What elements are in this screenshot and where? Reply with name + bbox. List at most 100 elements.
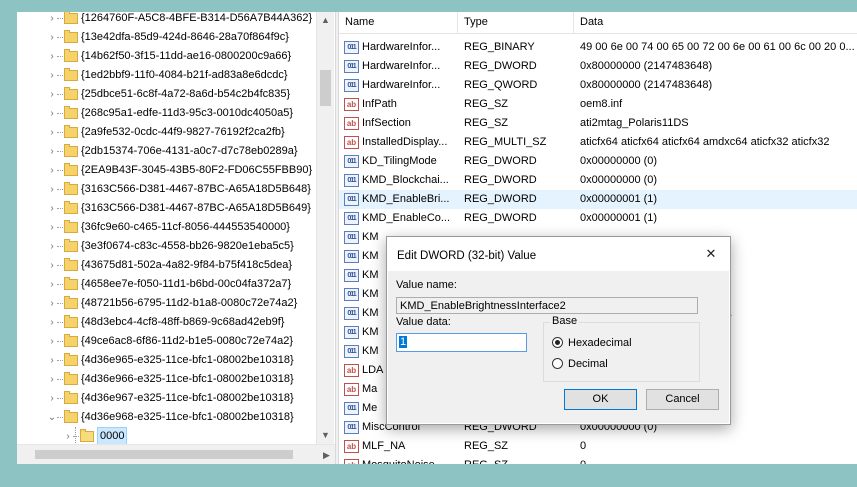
value-type-cell: REG_QWORD bbox=[464, 79, 538, 91]
registry-value-row[interactable]: ab InfPath REG_SZ oem8.inf bbox=[339, 95, 857, 114]
string-value-icon: ab bbox=[344, 440, 359, 453]
chevron-right-icon[interactable]: › bbox=[47, 66, 57, 85]
chevron-right-icon[interactable]: › bbox=[47, 85, 57, 104]
tree-item[interactable]: › {4658ee7e-f050-11d1-b6bd-00c04fa372a7} bbox=[17, 275, 316, 294]
registry-value-row[interactable]: 011 HardwareInfor... REG_BINARY 49 00 6e 00… bbox=[339, 38, 857, 57]
scrollbar-thumb[interactable] bbox=[35, 450, 293, 459]
value-name-cell: KMD_Blockchai... bbox=[362, 174, 449, 186]
tree-item[interactable]: › {3e3f0674-c83c-4558-bb26-9820e1eba5c5} bbox=[17, 237, 316, 256]
column-header-data[interactable]: Data bbox=[574, 12, 857, 33]
tree-item[interactable]: › {4d36e965-e325-11ce-bfc1-08002be10318} bbox=[17, 351, 316, 370]
chevron-right-icon[interactable]: › bbox=[47, 294, 57, 313]
tree-item[interactable]: › 0000 bbox=[17, 427, 316, 444]
scroll-up-arrow-icon[interactable]: ▲ bbox=[317, 12, 334, 29]
tree-connector bbox=[57, 246, 63, 247]
tree-item[interactable]: › {2EA9B43F-3045-43B5-80F2-FD06C55FBB90} bbox=[17, 161, 316, 180]
tree-horizontal-scrollbar[interactable]: ▶ bbox=[17, 444, 335, 464]
string-value-icon: ab bbox=[344, 364, 359, 377]
dialog-body: Value name: KMD_EnableBrightnessInterfac… bbox=[388, 271, 729, 423]
value-data-input[interactable]: 1 bbox=[396, 333, 527, 352]
tree-item-label: {13e42dfa-85d9-424d-8646-28a70f864f9c} bbox=[81, 31, 289, 43]
string-value-icon: ab bbox=[344, 383, 359, 396]
chevron-right-icon[interactable]: › bbox=[47, 199, 57, 218]
ok-button[interactable]: OK bbox=[564, 389, 637, 410]
tree-item-label: {3163C566-D381-4467-87BC-A65A18D5B649} bbox=[81, 202, 311, 214]
registry-value-row[interactable]: abMosquitoNoise... REG_SZ 0 bbox=[339, 456, 857, 464]
registry-value-row[interactable]: 011 HardwareInfor... REG_DWORD 0x80000000 (… bbox=[339, 57, 857, 76]
tree-item[interactable]: › {48d3ebc4-4cf8-48ff-b869-9c68ad42eb9f} bbox=[17, 313, 316, 332]
chevron-right-icon[interactable]: › bbox=[47, 123, 57, 142]
registry-value-row[interactable]: 011 KD_TilingMode REG_DWORD 0x00000000 (0) bbox=[339, 152, 857, 171]
tree-item[interactable]: › {1ed2bbf9-11f0-4084-b21f-ad83a8e6dcdc} bbox=[17, 66, 316, 85]
value-data-cell: oem8.inf bbox=[580, 98, 623, 110]
scroll-down-arrow-icon[interactable]: ▼ bbox=[317, 427, 334, 444]
chevron-right-icon[interactable]: › bbox=[47, 28, 57, 47]
tree-item[interactable]: › {14b62f50-3f15-11dd-ae16-0800200c9a66} bbox=[17, 47, 316, 66]
tree-item[interactable]: › {13e42dfa-85d9-424d-8646-28a70f864f9c} bbox=[17, 28, 316, 47]
chevron-right-icon[interactable]: › bbox=[47, 332, 57, 351]
registry-value-row[interactable]: ab InstalledDisplay... REG_MULTI_SZ aticfx6… bbox=[339, 133, 857, 152]
column-header-name[interactable]: Name bbox=[339, 12, 458, 33]
scrollbar-thumb[interactable] bbox=[320, 70, 331, 106]
registry-value-row[interactable]: 011 KMD_EnableCo... REG_DWORD 0x00000001 (1… bbox=[339, 209, 857, 228]
tree-item[interactable]: › {43675d81-502a-4a82-9f84-b75f418c5dea} bbox=[17, 256, 316, 275]
registry-value-row[interactable]: ab InfSection REG_SZ ati2mtag_Polaris11DS bbox=[339, 114, 857, 133]
value-type-cell: REG_DWORD bbox=[464, 60, 537, 72]
value-type-cell: REG_DWORD bbox=[464, 155, 537, 167]
tree-item-label: {1ed2bbf9-11f0-4084-b21f-ad83a8e6dcdc} bbox=[81, 69, 288, 81]
registry-value-row[interactable]: 011 HardwareInfor... REG_QWORD 0x80000000 (… bbox=[339, 76, 857, 95]
string-value-icon: ab bbox=[344, 459, 359, 464]
chevron-right-icon[interactable]: › bbox=[47, 180, 57, 199]
chevron-right-icon[interactable]: › bbox=[47, 313, 57, 332]
column-header-type[interactable]: Type bbox=[458, 12, 574, 33]
tree-item[interactable]: ⌄ {4d36e968-e325-11ce-bfc1-08002be10318} bbox=[17, 408, 316, 427]
tree-item[interactable]: › {1264760F-A5C8-4BFE-B314-D56A7B44A362} bbox=[17, 12, 316, 28]
string-value-icon: ab bbox=[344, 136, 359, 149]
decimal-radio[interactable] bbox=[552, 358, 563, 369]
chevron-right-icon[interactable]: › bbox=[47, 351, 57, 370]
hexadecimal-radio[interactable] bbox=[552, 337, 563, 348]
tree-item[interactable]: › {36fc9e60-c465-11cf-8056-444553540000} bbox=[17, 218, 316, 237]
tree-item[interactable]: › {2db15374-706e-4131-a0c7-d7c78eb0289a} bbox=[17, 142, 316, 161]
chevron-right-icon[interactable]: › bbox=[47, 161, 57, 180]
value-data-cell: 0x80000000 (2147483648) bbox=[580, 60, 713, 72]
close-icon[interactable]: ✕ bbox=[702, 245, 720, 263]
tree-item[interactable]: › {4d36e966-e325-11ce-bfc1-08002be10318} bbox=[17, 370, 316, 389]
tree-item-label: {49ce6ac8-6f86-11d2-b1e5-0080c72e74a2} bbox=[81, 335, 294, 347]
chevron-right-icon[interactable]: › bbox=[47, 142, 57, 161]
tree-vertical-scrollbar[interactable]: ▲ ▼ bbox=[316, 12, 334, 444]
tree-item[interactable]: › {3163C566-D381-4467-87BC-A65A18D5B648} bbox=[17, 180, 316, 199]
value-data-cell: 0 bbox=[580, 456, 857, 464]
dialog-title: Edit DWORD (32-bit) Value bbox=[397, 250, 537, 262]
tree-item[interactable]: › {2a9fe532-0cdc-44f9-9827-76192f2ca2fb} bbox=[17, 123, 316, 142]
chevron-right-icon[interactable]: › bbox=[47, 256, 57, 275]
chevron-right-icon[interactable]: › bbox=[47, 47, 57, 66]
chevron-right-icon[interactable]: › bbox=[47, 12, 57, 28]
value-type-cell: REG_SZ bbox=[464, 440, 509, 452]
chevron-right-icon[interactable]: › bbox=[47, 218, 57, 237]
chevron-right-icon[interactable]: › bbox=[47, 104, 57, 123]
chevron-right-icon[interactable]: › bbox=[47, 370, 57, 389]
value-type-cell: REG_DWORD bbox=[464, 193, 537, 205]
registry-value-row[interactable]: 011 KMD_Blockchai... REG_DWORD 0x00000000 (… bbox=[339, 171, 857, 190]
chevron-right-icon[interactable]: › bbox=[47, 237, 57, 256]
tree-connector bbox=[57, 208, 63, 209]
value-name-cell: KD_TilingMode bbox=[362, 155, 437, 167]
chevron-right-icon[interactable]: › bbox=[47, 275, 57, 294]
tree-item[interactable]: › {268c95a1-edfe-11d3-95c3-0010dc4050a5} bbox=[17, 104, 316, 123]
chevron-down-icon[interactable]: ⌄ bbox=[47, 408, 57, 427]
chevron-right-icon[interactable]: › bbox=[63, 427, 73, 444]
cancel-button[interactable]: Cancel bbox=[646, 389, 719, 410]
scroll-right-arrow-icon[interactable]: ▶ bbox=[318, 445, 335, 464]
tree-item[interactable]: › {49ce6ac8-6f86-11d2-b1e5-0080c72e74a2} bbox=[17, 332, 316, 351]
tree-item[interactable]: › {3163C566-D381-4467-87BC-A65A18D5B649} bbox=[17, 199, 316, 218]
registry-editor-window: › {1264760F-A5C8-4BFE-B314-D56A7B44A362} ›… bbox=[17, 12, 857, 464]
registry-value-row[interactable]: ab MLF_NA REG_SZ 0 bbox=[339, 437, 857, 456]
hexadecimal-label: Hexadecimal bbox=[568, 337, 632, 349]
tree-connector bbox=[57, 18, 63, 19]
tree-item[interactable]: › {48721b56-6795-11d2-b1a8-0080c72e74a2} bbox=[17, 294, 316, 313]
tree-item[interactable]: › {25dbce51-6c8f-4a72-8a6d-b54c2b4fc835} bbox=[17, 85, 316, 104]
chevron-right-icon[interactable]: › bbox=[47, 389, 57, 408]
registry-value-row[interactable]: 011 KMD_EnableBri... REG_DWORD 0x00000001 (… bbox=[339, 190, 857, 209]
tree-item[interactable]: › {4d36e967-e325-11ce-bfc1-08002be10318} bbox=[17, 389, 316, 408]
